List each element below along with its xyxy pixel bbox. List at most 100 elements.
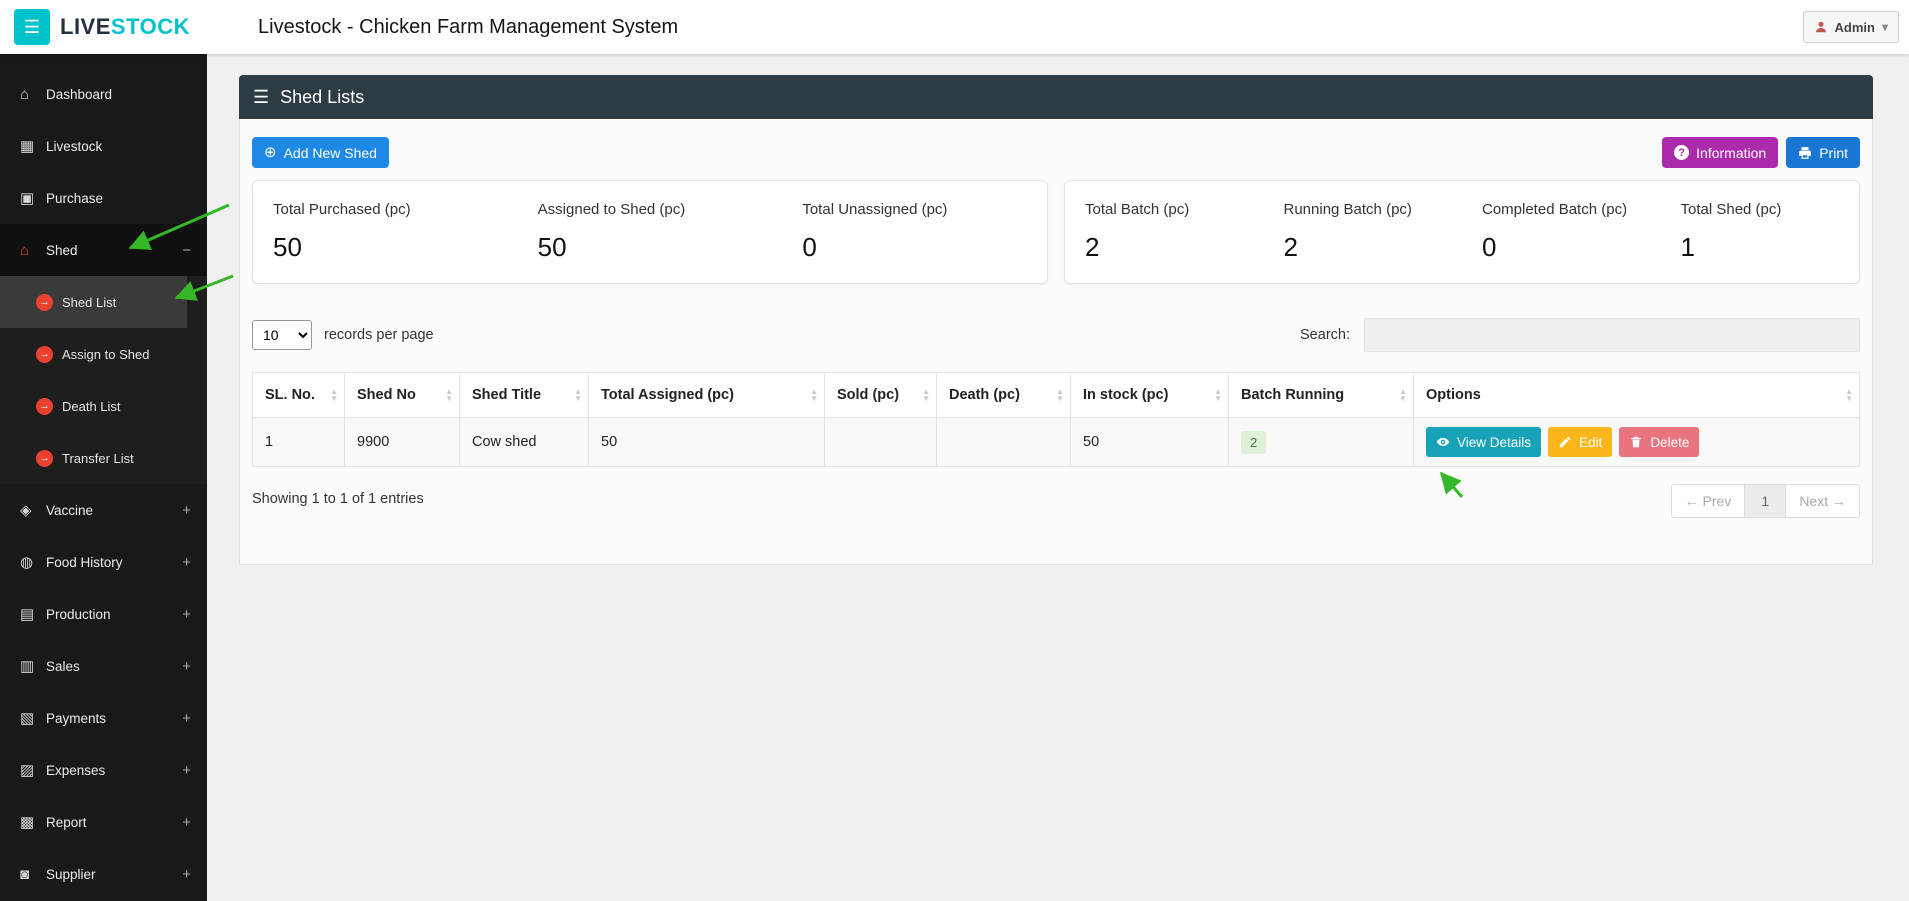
column-header-sl-no[interactable]: SL. No. <box>252 372 345 418</box>
panel-body: ⊕ Add New Shed ? Information Print Total… <box>239 119 1873 565</box>
expand-plus-icon: + <box>182 709 191 727</box>
stat-total-batch: Total Batch (pc) 2 <box>1065 201 1264 283</box>
add-new-shed-button[interactable]: ⊕ Add New Shed <box>252 137 389 168</box>
sidebar-subitem-shed-list[interactable]: → Shed List <box>0 276 187 328</box>
stat-running-batch: Running Batch (pc) 2 <box>1264 201 1463 283</box>
information-button[interactable]: ? Information <box>1662 137 1779 168</box>
sidebar-item-dashboard[interactable]: ⌂ Dashboard <box>0 68 207 120</box>
print-button[interactable]: Print <box>1786 137 1860 168</box>
stat-value: 50 <box>537 232 567 262</box>
pencil-icon <box>1559 436 1571 448</box>
column-header-label: Death (pc) <box>949 387 1020 403</box>
sort-icon[interactable] <box>1399 388 1407 402</box>
sidebar-item-sales[interactable]: ▥ Sales + <box>0 640 207 692</box>
row-actions: View Details Edit Delete <box>1426 427 1847 457</box>
column-header-label: Options <box>1426 387 1481 403</box>
page-title: Livestock - Chicken Farm Management Syst… <box>258 15 679 38</box>
sidebar-subitem-label: Death List <box>62 398 121 414</box>
add-new-shed-label: Add New Shed <box>283 144 377 161</box>
column-header-label: In stock (pc) <box>1083 387 1169 403</box>
column-header-sold[interactable]: Sold (pc) <box>824 372 937 418</box>
column-header-in-stock[interactable]: In stock (pc) <box>1070 372 1229 418</box>
admin-dropdown[interactable]: Admin ▾ <box>1802 11 1899 43</box>
search-input[interactable] <box>1364 318 1860 352</box>
sidebar-item-food-history[interactable]: ◍ Food History + <box>0 536 207 588</box>
next-button[interactable]: Next → <box>1785 484 1860 518</box>
stat-label: Assigned to Shed (pc) <box>537 201 686 218</box>
sidebar-item-vaccine[interactable]: ◈ Vaccine + <box>0 484 207 536</box>
search-label: Search: <box>1300 327 1350 343</box>
table-controls: 10 records per page Search: <box>252 318 1860 352</box>
sidebar-item-label: Payments <box>46 710 107 726</box>
sidebar-item-shed[interactable]: ⌂ Shed − <box>0 224 207 276</box>
records-per-page-label: records per page <box>324 327 434 343</box>
stat-label: Completed Batch (pc) <box>1482 201 1628 218</box>
topbar: ☰ LIVE STOCK Livestock - Chicken Farm Man… <box>0 0 1909 54</box>
payments-icon: ▧ <box>20 710 35 727</box>
stat-value: 2 <box>1283 232 1298 262</box>
sort-icon[interactable] <box>810 388 818 402</box>
prev-button[interactable]: ← Prev <box>1670 484 1746 518</box>
view-details-label: View Details <box>1457 434 1532 450</box>
sidebar-subitem-assign-to-shed[interactable]: → Assign to Shed <box>0 328 207 380</box>
hamburger-button[interactable]: ☰ <box>14 9 50 45</box>
sidebar-item-purchase[interactable]: ▣ Purchase <box>0 172 207 224</box>
purchase-icon: ▣ <box>20 190 35 207</box>
sidebar-item-expenses[interactable]: ▨ Expenses + <box>0 744 207 796</box>
trash-icon <box>1631 436 1641 448</box>
stat-value: 2 <box>1085 232 1100 262</box>
cell-in-stock: 50 <box>1070 417 1229 467</box>
sidebar-item-label: Vaccine <box>46 502 94 518</box>
stat-value: 50 <box>273 232 302 262</box>
panel-toolbar: ? Information Print <box>1662 137 1860 168</box>
expand-plus-icon: + <box>182 501 191 519</box>
sort-icon[interactable] <box>445 388 453 402</box>
eye-icon <box>1436 437 1450 447</box>
sidebar-item-report[interactable]: ▩ Report + <box>0 796 207 848</box>
sidebar-item-label: Dashboard <box>46 86 113 102</box>
column-header-shed-no[interactable]: Shed No <box>344 372 460 418</box>
stat-label: Total Purchased (pc) <box>273 201 411 218</box>
page-1-button[interactable]: 1 <box>1745 484 1786 518</box>
panel-title: Shed Lists <box>280 86 365 107</box>
column-header-total-assigned[interactable]: Total Assigned (pc) <box>588 372 825 418</box>
sidebar-item-label: Report <box>46 814 87 830</box>
sidebar-item-production[interactable]: ▤ Production + <box>0 588 207 640</box>
column-header-shed-title[interactable]: Shed Title <box>459 372 589 418</box>
sidebar-item-label: Expenses <box>46 762 106 778</box>
dashboard-icon: ⌂ <box>20 85 30 103</box>
sidebar-item-supplier[interactable]: ◙ Supplier + <box>0 848 207 900</box>
printer-icon <box>1799 146 1812 159</box>
page-size-select[interactable]: 10 <box>252 320 312 350</box>
stat-value: 1 <box>1680 232 1695 262</box>
plus-circle-icon: ⊕ <box>264 144 277 161</box>
column-header-options[interactable]: Options <box>1413 372 1860 418</box>
column-header-label: Shed No <box>357 387 416 403</box>
cell-sold <box>824 417 937 467</box>
sort-icon[interactable] <box>330 388 338 402</box>
sort-icon[interactable] <box>1845 388 1853 402</box>
sort-icon[interactable] <box>1214 388 1222 402</box>
stat-label: Total Batch (pc) <box>1085 201 1190 218</box>
menu-icon: ☰ <box>23 16 41 37</box>
sidebar-item-payments[interactable]: ▧ Payments + <box>0 692 207 744</box>
sidebar-subitem-transfer-list[interactable]: → Transfer List <box>0 432 207 484</box>
delete-button[interactable]: Delete <box>1619 427 1700 457</box>
column-header-batch-running[interactable]: Batch Running <box>1228 372 1414 418</box>
cell-shed-no: 9900 <box>344 417 460 467</box>
sort-icon[interactable] <box>574 388 582 402</box>
sort-icon[interactable] <box>922 388 930 402</box>
sidebar-subitem-death-list[interactable]: → Death List <box>0 380 207 432</box>
expand-plus-icon: + <box>182 865 191 883</box>
edit-button[interactable]: Edit <box>1548 427 1613 457</box>
sidebar-item-livestock[interactable]: ▦ Livestock <box>0 120 207 172</box>
view-details-button[interactable]: View Details <box>1426 427 1542 457</box>
stat-assigned-to-shed: Assigned to Shed (pc) 50 <box>518 201 783 283</box>
column-header-death[interactable]: Death (pc) <box>936 372 1071 418</box>
shed-table-wrap: SL. No. Shed No Shed Title Total Assigne… <box>252 372 1860 467</box>
sidebar-item-label: Shed <box>46 242 78 258</box>
cell-shed-title: Cow shed <box>459 417 589 467</box>
stat-card-left: Total Purchased (pc) 50 Assigned to Shed… <box>252 180 1048 284</box>
sort-icon[interactable] <box>1056 388 1064 402</box>
caret-down-icon: ▾ <box>1881 20 1888 34</box>
